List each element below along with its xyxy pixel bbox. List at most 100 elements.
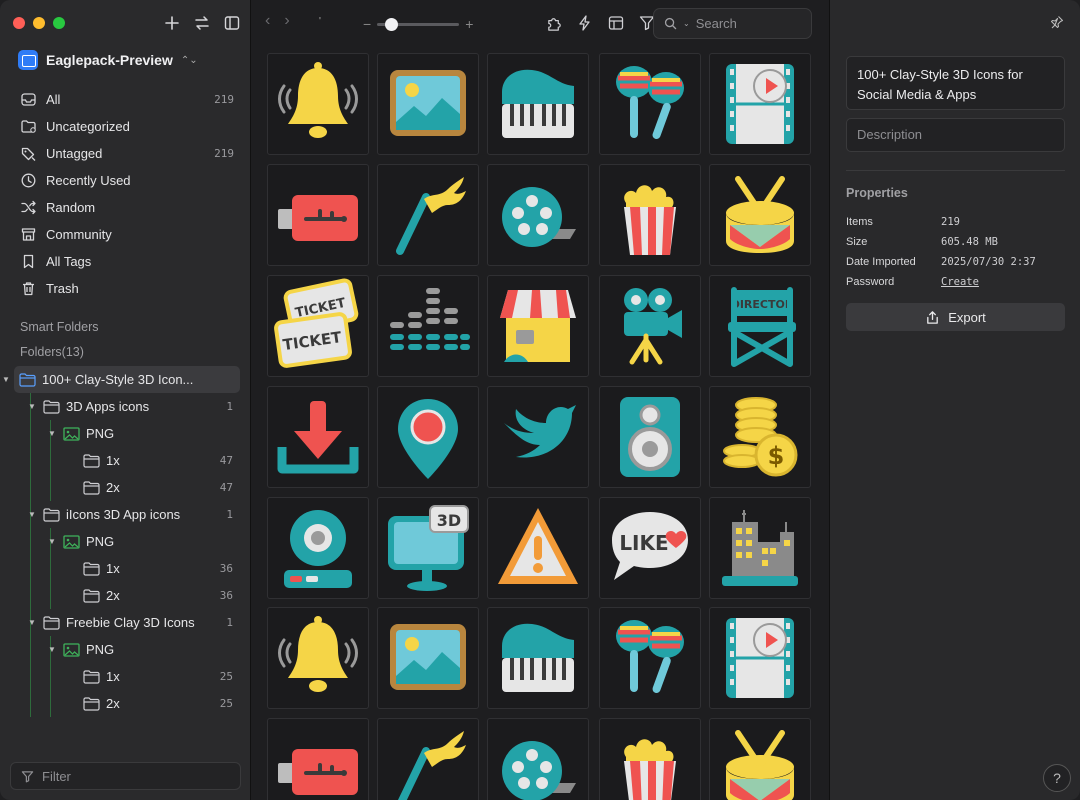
- disclosure-triangle-icon[interactable]: ▼: [26, 618, 38, 627]
- asset-thumbnail[interactable]: [377, 386, 479, 488]
- pin-icon[interactable]: [1050, 15, 1064, 32]
- image-folder-icon: [63, 534, 80, 549]
- tree-item-folder[interactable]: ▼ Freebie Clay 3D Icons 1: [0, 609, 251, 636]
- tree-item-folder[interactable]: ▼ 3D Apps icons 1: [0, 393, 251, 420]
- tree-item-folder[interactable]: 1x 36: [0, 555, 251, 582]
- create-password-link[interactable]: Create: [941, 276, 979, 288]
- close-window-button[interactable]: [13, 17, 25, 29]
- search-input[interactable]: ⌄ Search: [653, 8, 812, 39]
- filter-input[interactable]: Filter: [10, 762, 241, 790]
- minimize-window-button[interactable]: [33, 17, 45, 29]
- description-field[interactable]: Description: [846, 118, 1065, 152]
- maracas-icon: [616, 66, 684, 140]
- library-name: Eaglepack-Preview: [46, 52, 173, 68]
- map-pin-icon: [398, 399, 458, 479]
- puzzle-icon[interactable]: [545, 14, 563, 32]
- asset-thumbnail[interactable]: [377, 164, 479, 266]
- asset-thumbnail[interactable]: [267, 386, 369, 488]
- asset-thumbnail[interactable]: [709, 497, 811, 599]
- back-arrow-icon[interactable]: ‹: [265, 12, 270, 30]
- asset-thumbnail[interactable]: [267, 497, 369, 599]
- asset-thumbnail[interactable]: DIRECTOR: [709, 275, 811, 377]
- asset-thumbnail[interactable]: $: [709, 386, 811, 488]
- nav-item-all-tags[interactable]: All Tags: [14, 248, 240, 275]
- asset-thumbnail[interactable]: [599, 164, 701, 266]
- asset-thumbnail[interactable]: [487, 497, 589, 599]
- asset-thumbnail[interactable]: [267, 164, 369, 266]
- asset-thumbnail[interactable]: [267, 718, 369, 800]
- export-button[interactable]: Export: [846, 303, 1065, 331]
- tree-item-image-folder[interactable]: ▼ PNG: [0, 528, 251, 555]
- disclosure-triangle-icon[interactable]: ▼: [46, 645, 58, 654]
- disclosure-triangle-icon[interactable]: ▼: [26, 510, 38, 519]
- help-button[interactable]: ?: [1043, 764, 1071, 792]
- asset-thumbnail[interactable]: [377, 718, 479, 800]
- item-title-field[interactable]: 100+ Clay-Style 3D Icons for Social Medi…: [846, 56, 1065, 110]
- asset-thumbnail[interactable]: [267, 53, 369, 155]
- nav-item-community[interactable]: Community: [14, 221, 240, 248]
- asset-thumbnail[interactable]: [599, 275, 701, 377]
- tree-item-folder[interactable]: 1x 25: [0, 663, 251, 690]
- asset-thumbnail[interactable]: [599, 718, 701, 800]
- nav-item-random[interactable]: Random: [14, 194, 240, 221]
- zoom-out-icon[interactable]: −: [363, 16, 371, 32]
- smart-folders-heading[interactable]: Smart Folders: [20, 320, 99, 334]
- disclosure-triangle-icon[interactable]: ▼: [46, 429, 58, 438]
- asset-thumbnail[interactable]: LIKE: [599, 497, 701, 599]
- tree-item-folder[interactable]: ▼ 100+ Clay-Style 3D Icon...: [2, 366, 240, 393]
- nav-item-count: 219: [214, 93, 234, 106]
- layout-icon[interactable]: [607, 14, 625, 32]
- folders-heading[interactable]: Folders(13): [20, 345, 84, 359]
- tree-item-folder[interactable]: 2x 36: [0, 582, 251, 609]
- tree-item-folder[interactable]: 2x 25: [0, 690, 251, 717]
- nav-item-untagged[interactable]: Untagged 219: [14, 140, 240, 167]
- asset-thumbnail[interactable]: [599, 607, 701, 709]
- asset-thumbnail[interactable]: [487, 275, 589, 377]
- tree-item-folder[interactable]: 2x 47: [0, 474, 251, 501]
- library-icon: [18, 50, 38, 70]
- maximize-window-button[interactable]: [53, 17, 65, 29]
- asset-thumbnail[interactable]: [709, 164, 811, 266]
- film-reel-icon: [502, 187, 576, 247]
- asset-thumbnail[interactable]: [377, 53, 479, 155]
- zoom-knob[interactable]: [385, 17, 399, 31]
- forward-arrow-icon[interactable]: ›: [284, 12, 289, 30]
- swap-icon[interactable]: [193, 14, 211, 32]
- asset-thumbnail[interactable]: TICKET TICKET: [267, 275, 369, 377]
- disclosure-triangle-icon[interactable]: ▼: [0, 375, 12, 384]
- nav-item-trash[interactable]: Trash: [14, 275, 240, 302]
- asset-thumbnail[interactable]: [487, 718, 589, 800]
- svg-text:LIKE: LIKE: [619, 531, 668, 555]
- asset-thumbnail[interactable]: [487, 53, 589, 155]
- disclosure-triangle-icon[interactable]: ▼: [26, 402, 38, 411]
- zoom-in-icon[interactable]: +: [465, 16, 473, 32]
- library-switcher[interactable]: Eaglepack-Preview ⌃⌄: [18, 50, 198, 70]
- tree-item-label: 100+ Clay-Style 3D Icon...: [42, 372, 194, 387]
- toggle-sidebar-icon[interactable]: [223, 14, 241, 32]
- lightning-icon[interactable]: [576, 14, 594, 32]
- asset-thumbnail[interactable]: [599, 53, 701, 155]
- tree-item-folder[interactable]: 1x 47: [0, 447, 251, 474]
- disclosure-triangle-icon[interactable]: ▼: [46, 537, 58, 546]
- zoom-track[interactable]: [377, 17, 460, 31]
- asset-thumbnail[interactable]: [377, 275, 479, 377]
- nav-item-recently-used[interactable]: Recently Used: [14, 167, 240, 194]
- tree-item-image-folder[interactable]: ▼ PNG: [0, 420, 251, 447]
- property-row: Date Imported 2025/07/30 2:37: [846, 252, 1065, 272]
- tree-item-folder[interactable]: ▼ iIcons 3D App icons 1: [0, 501, 251, 528]
- asset-thumbnail[interactable]: [487, 607, 589, 709]
- nav-item-uncategorized[interactable]: Uncategorized: [14, 113, 240, 140]
- asset-thumbnail[interactable]: [599, 386, 701, 488]
- nav-item-all[interactable]: All 219: [14, 86, 240, 113]
- add-icon[interactable]: [163, 14, 181, 32]
- asset-thumbnail[interactable]: [377, 607, 479, 709]
- asset-thumbnail[interactable]: [709, 607, 811, 709]
- asset-thumbnail[interactable]: 3D: [377, 497, 479, 599]
- asset-thumbnail[interactable]: [487, 164, 589, 266]
- asset-thumbnail[interactable]: [709, 718, 811, 800]
- tree-item-image-folder[interactable]: ▼ PNG: [0, 636, 251, 663]
- asset-thumbnail[interactable]: [709, 53, 811, 155]
- zoom-slider[interactable]: − +: [363, 16, 493, 32]
- asset-thumbnail[interactable]: [267, 607, 369, 709]
- asset-thumbnail[interactable]: [487, 386, 589, 488]
